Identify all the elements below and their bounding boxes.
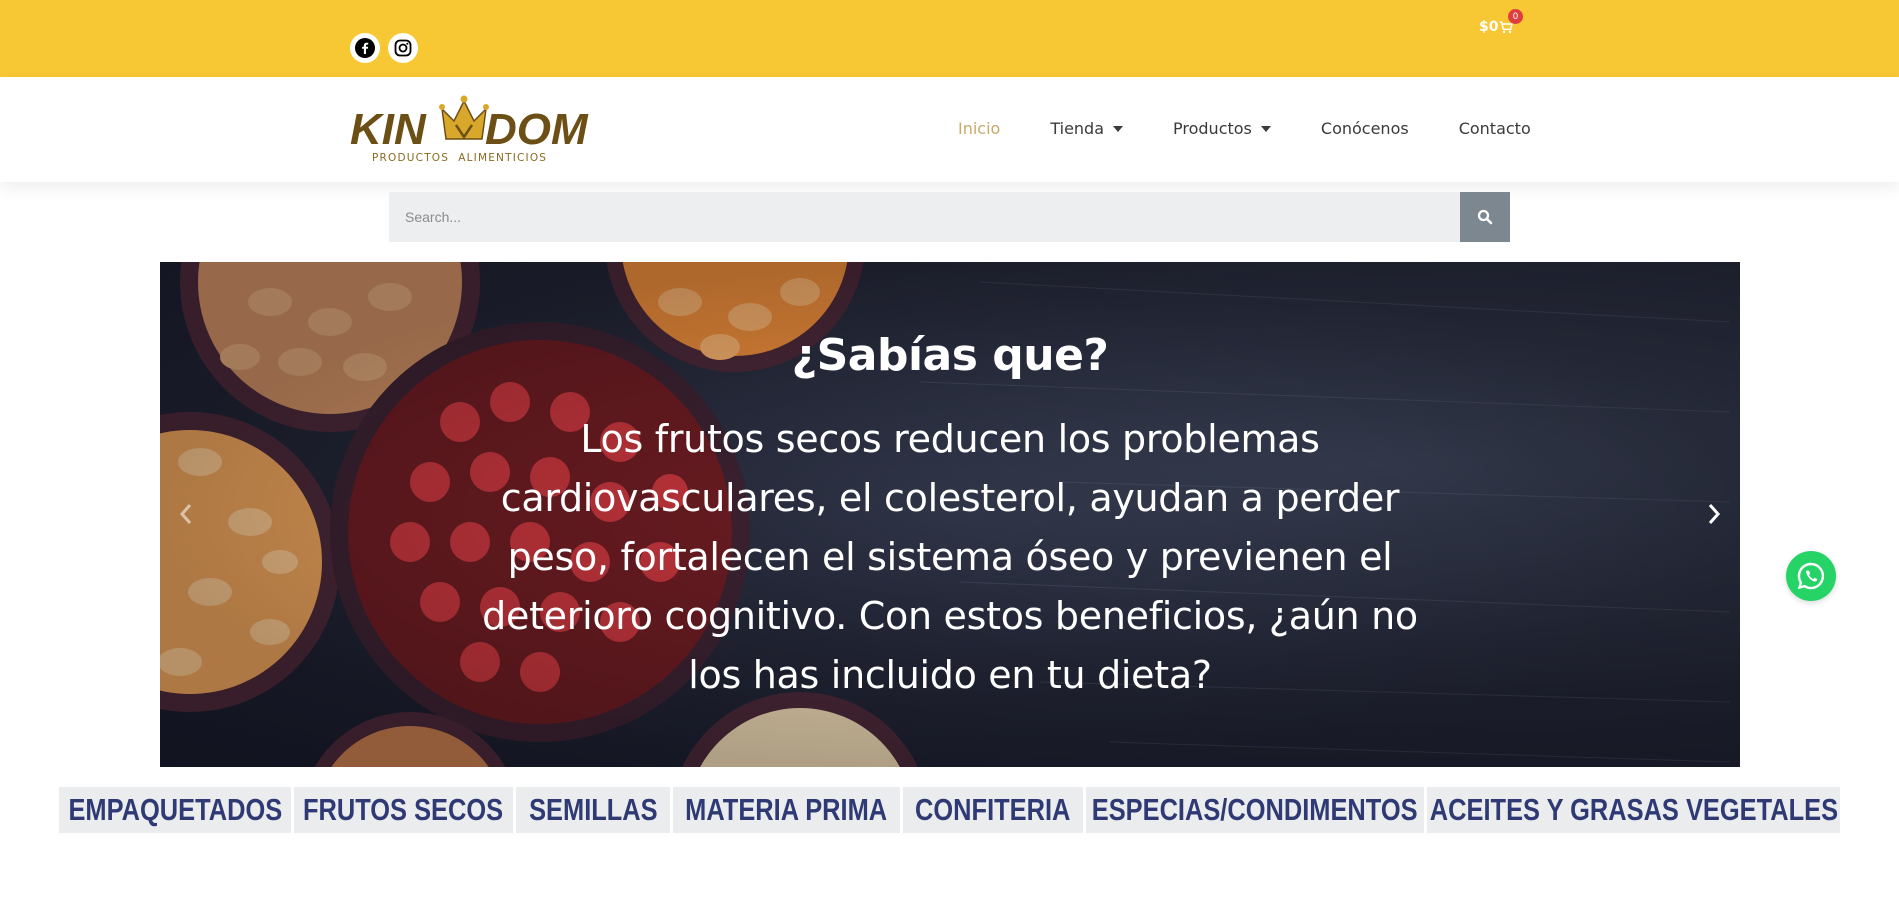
main-nav: Inicio Tienda Productos Conócenos Contac…: [958, 119, 1531, 138]
facebook-icon: [355, 38, 375, 58]
site-header: KIN DOM PRODUCTOS ALIMENTICIOS Inicio Ti…: [0, 77, 1899, 182]
facebook-link[interactable]: [350, 33, 380, 63]
search-input[interactable]: [389, 192, 1460, 242]
category-label: MATERIA PRIMA: [685, 792, 888, 827]
cart-link[interactable]: $0: [1479, 19, 1514, 35]
logo-graphic: KIN DOM PRODUCTOS ALIMENTICIOS: [350, 95, 589, 164]
category-label: ACEITES Y GRASAS VEGETALES: [1429, 792, 1838, 827]
cart-amount: $0: [1479, 19, 1499, 35]
instagram-icon: [394, 39, 412, 57]
nav-contacto[interactable]: Contacto: [1459, 119, 1531, 138]
nav-label: Inicio: [958, 119, 1001, 138]
category-label: SEMILLAS: [528, 792, 658, 827]
nav-label: Contacto: [1458, 119, 1531, 138]
top-bar: $0 0: [0, 0, 1899, 77]
chevron-left-icon: [179, 504, 192, 524]
category-especias-condimentos[interactable]: ESPECIAS/CONDIMENTOS: [1086, 787, 1424, 833]
chevron-right-icon: [1708, 504, 1721, 524]
nav-label: Tienda: [1050, 119, 1105, 138]
chevron-down-icon: [1260, 125, 1271, 132]
logo-text-right: DOM: [485, 105, 589, 154]
nav-tienda[interactable]: Tienda: [1050, 119, 1124, 138]
category-frutos-secos[interactable]: FRUTOS SECOS: [294, 787, 513, 833]
category-label: EMPAQUETADOS: [68, 792, 282, 827]
category-materia-prima[interactable]: MATERIA PRIMA: [673, 787, 900, 833]
search-button[interactable]: [1460, 192, 1510, 242]
nav-inicio[interactable]: Inicio: [958, 119, 1000, 138]
hero-title: ¿Sabías que?: [791, 330, 1109, 381]
category-semillas[interactable]: SEMILLAS: [516, 787, 670, 833]
category-label: CONFITERIA: [915, 792, 1071, 827]
logo-text-left: KIN: [350, 105, 427, 154]
instagram-link[interactable]: [388, 33, 418, 63]
nav-productos[interactable]: Productos: [1173, 119, 1271, 138]
whatsapp-button[interactable]: [1786, 551, 1836, 601]
chevron-down-icon: [1113, 125, 1124, 132]
category-label: ESPECIAS/CONDIMENTOS: [1092, 792, 1418, 827]
kingdom-logo[interactable]: KIN DOM PRODUCTOS ALIMENTICIOS: [350, 91, 600, 171]
hero-text: Los frutos secos reducen los problemas c…: [482, 417, 1418, 697]
nav-conocenos[interactable]: Conócenos: [1321, 119, 1409, 138]
hero-slider: ¿Sabías que? Los frutos secos reducen lo…: [160, 262, 1740, 767]
nav-label: Conócenos: [1320, 119, 1409, 138]
slider-prev-button[interactable]: [174, 494, 198, 534]
search-icon: [1477, 209, 1493, 225]
search-bar: [389, 192, 1510, 242]
logo-tagline: PRODUCTOS ALIMENTICIOS: [372, 152, 547, 164]
cart-count-badge: 0: [1508, 9, 1523, 24]
slider-next-button[interactable]: [1702, 494, 1726, 534]
category-label: FRUTOS SECOS: [303, 792, 504, 827]
category-confiteria[interactable]: CONFITERIA: [903, 787, 1083, 833]
whatsapp-icon: [1797, 562, 1825, 590]
nav-label: Productos: [1173, 119, 1252, 138]
category-tabs: EMPAQUETADOS FRUTOS SECOS SEMILLAS MATER…: [59, 787, 1840, 833]
category-empaquetados[interactable]: EMPAQUETADOS: [59, 787, 291, 833]
category-aceites-grasas[interactable]: ACEITES Y GRASAS VEGETALES: [1427, 787, 1840, 833]
